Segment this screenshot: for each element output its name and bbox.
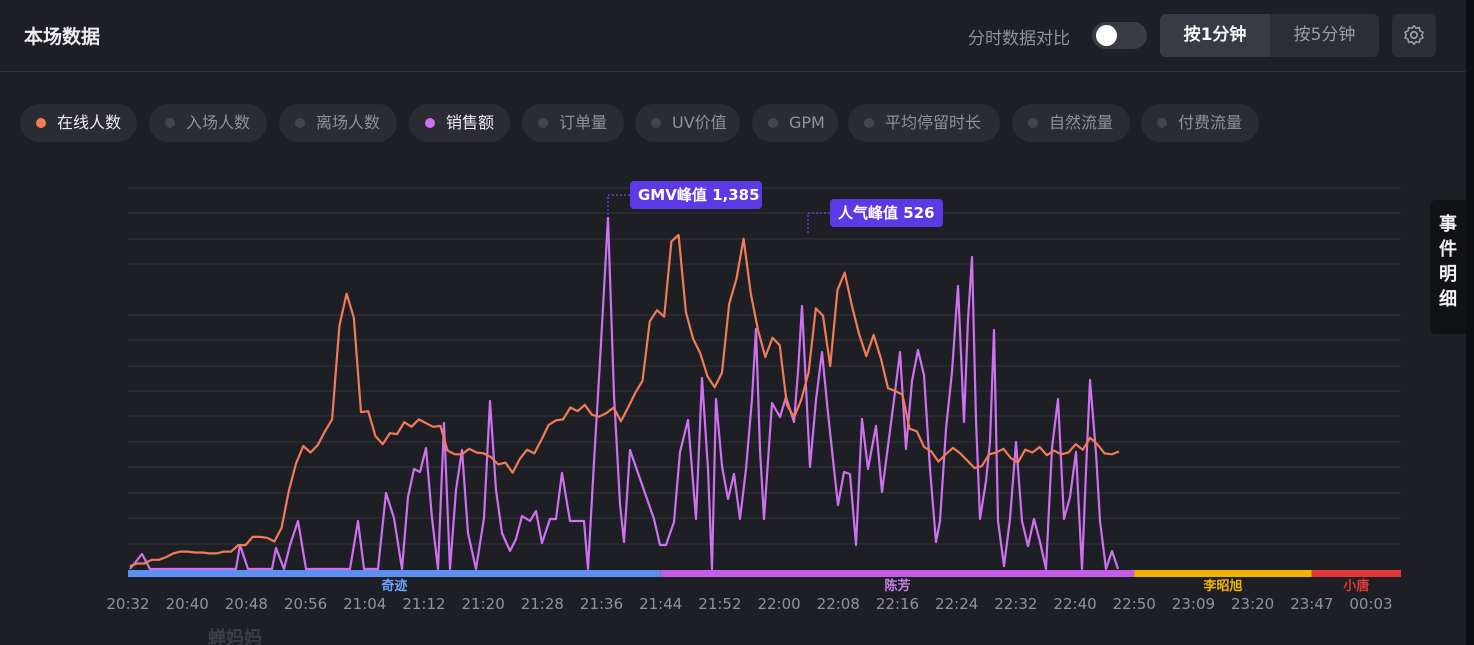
x-tick-label: 21:36 [580, 595, 623, 613]
x-tick-label: 22:32 [994, 595, 1037, 613]
x-tick-label: 00:03 [1349, 595, 1392, 613]
trend-chart: 20:32 20:40 20:48 20:56 21:04 21:12 21:20 21:28… [106, 181, 1401, 613]
x-tick-label: 22:00 [757, 595, 800, 613]
event-detail-tab[interactable]: 事件明细 [1430, 200, 1466, 334]
x-tick-label: 22:50 [1113, 595, 1156, 613]
x-tick-label: 21:04 [343, 595, 386, 613]
x-tick-label: 23:47 [1290, 595, 1333, 613]
x-tick-label: 20:32 [106, 595, 149, 613]
x-tick-label: 20:56 [284, 595, 327, 613]
host-timeline-band [1311, 570, 1401, 577]
gmv-peak-annotation-label: GMV峰值 1,385 [638, 186, 760, 204]
event-detail-label: 事件明细 [1439, 214, 1457, 310]
x-tick-label: 23:09 [1172, 595, 1215, 613]
host-name-label: 小唐 [1343, 578, 1369, 594]
host-name-label: 李昭旭 [1203, 578, 1243, 594]
host-name-label: 奇迹 [381, 578, 407, 594]
host-timeline-band [660, 570, 1135, 577]
online-peak-annotation-leader [807, 212, 830, 233]
host-timeline-band [1134, 570, 1312, 577]
x-tick-label: 22:08 [817, 595, 860, 613]
gmv-peak-annotation-leader [607, 194, 630, 215]
x-tick-label: 23:20 [1231, 595, 1274, 613]
sales-series-line [129, 216, 1120, 571]
scrollbar-track[interactable] [1466, 0, 1474, 645]
x-tick-label: 20:48 [225, 595, 268, 613]
x-tick-label: 22:24 [935, 595, 978, 613]
x-tick-label: 21:12 [402, 595, 445, 613]
host-name-label: 陈芳 [884, 578, 910, 594]
x-tick-label: 20:40 [166, 595, 209, 613]
x-tick-label: 21:52 [698, 595, 741, 613]
x-tick-label: 21:28 [521, 595, 564, 613]
host-timeline-band [128, 570, 661, 577]
x-tick-label: 22:40 [1053, 595, 1096, 613]
online-peak-annotation-label: 人气峰值 526 [838, 204, 935, 222]
x-tick-label: 21:20 [462, 595, 505, 613]
watermark: 蝉妈妈 [208, 628, 262, 645]
x-tick-label: 22:16 [876, 595, 919, 613]
x-tick-label: 21:44 [639, 595, 682, 613]
